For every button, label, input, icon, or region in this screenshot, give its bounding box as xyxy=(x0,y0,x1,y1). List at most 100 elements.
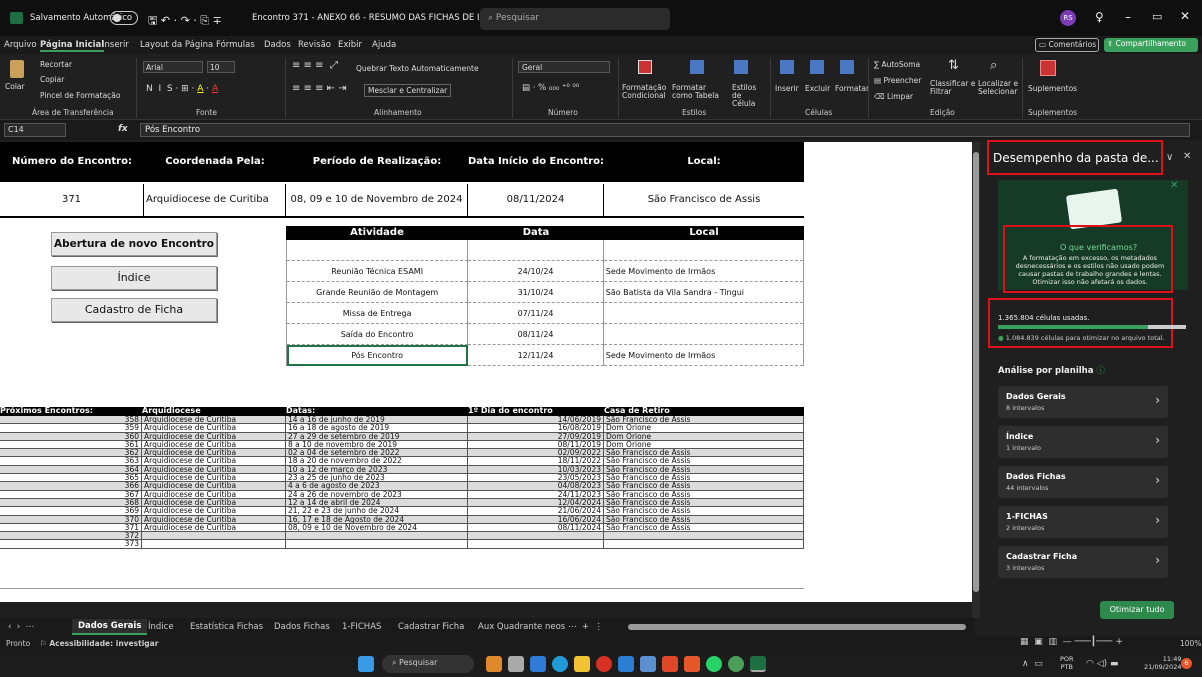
menu-layout[interactable]: Layout da Página xyxy=(140,40,213,50)
table-cell[interactable]: 362 xyxy=(0,449,142,458)
activity-cell[interactable]: Missa de Entrega xyxy=(287,303,469,324)
table-cell[interactable]: 23 a 25 de junho de 2023 xyxy=(286,474,468,483)
activity-cell[interactable] xyxy=(468,240,604,261)
sheet-card[interactable]: Dados Fichas 44 intervalos › xyxy=(998,466,1168,498)
horizontal-scrollbar[interactable] xyxy=(628,624,966,630)
widgets-icon[interactable] xyxy=(486,656,502,672)
sheet-card[interactable]: Dados Gerais 8 intervalos › xyxy=(998,386,1168,418)
table-cell[interactable]: São Francisco de Assis xyxy=(604,507,804,516)
add-sheet-icon[interactable]: ⋯ + ⋮ xyxy=(568,622,603,632)
table-cell[interactable]: Arquidiocese de Curitiba xyxy=(142,523,286,533)
tab-1-fichas[interactable]: 1-FICHAS xyxy=(342,622,381,632)
table-cell[interactable]: 16, 17 e 18 de Agosto de 2024 xyxy=(286,515,468,524)
number-format-select[interactable]: Geral xyxy=(518,61,610,73)
table-cell[interactable]: 18 a 20 de novembro de 2022 xyxy=(286,457,468,466)
table-cell[interactable]: 27/09/2019 xyxy=(468,432,604,441)
activity-cell[interactable] xyxy=(603,240,803,261)
brave-icon[interactable] xyxy=(662,656,678,672)
table-cell[interactable]: São Francisco de Assis xyxy=(604,457,804,466)
menu-formulas[interactable]: Fórmulas xyxy=(216,40,255,50)
value-coordenada[interactable]: Arquidiocese de Curitiba xyxy=(144,184,286,218)
cell-styles-button[interactable]: Estilos de Célula xyxy=(732,84,764,108)
table-cell[interactable] xyxy=(468,532,604,541)
table-cell[interactable]: 372 xyxy=(0,532,142,541)
table-cell[interactable]: 366 xyxy=(0,482,142,491)
vscode-icon[interactable] xyxy=(618,656,634,672)
excel-taskbar-icon[interactable] xyxy=(750,656,766,672)
table-cell[interactable]: Dom Orione xyxy=(604,432,804,441)
table-cell[interactable]: Arquidiocese de Curitiba xyxy=(142,515,286,524)
table-cell[interactable]: Arquidiocese de Curitiba xyxy=(142,449,286,458)
format-painter-button[interactable]: Pincel de Formatação xyxy=(40,91,121,100)
table-cell[interactable]: 16 a 18 de agosto de 2019 xyxy=(286,424,468,433)
activity-cell[interactable]: Sede Movimento de Irmãos xyxy=(603,345,803,366)
activity-cell[interactable]: 07/11/24 xyxy=(468,303,604,324)
insert-cells-button[interactable]: Inserir xyxy=(775,84,799,93)
table-cell[interactable]: 08/11/2019 xyxy=(468,440,604,450)
table-cell[interactable]: São Francisco de Assis xyxy=(604,449,804,458)
search-box[interactable]: ⌕ Pesquisar xyxy=(480,8,670,30)
table-cell[interactable]: 4 a 6 de agosto de 2023 xyxy=(286,482,468,491)
menu-exibir[interactable]: Exibir xyxy=(338,40,362,50)
menu-inserir[interactable]: Inserir xyxy=(102,40,129,50)
sort-filter-button[interactable]: Classificar e Filtrar xyxy=(930,80,982,96)
font-size-select[interactable]: 10 xyxy=(207,61,235,73)
tab-cadastrar-ficha[interactable]: Cadastrar Ficha xyxy=(398,622,464,632)
table-cell[interactable] xyxy=(142,540,286,549)
table-cell[interactable]: São Francisco de Assis xyxy=(604,482,804,491)
table-cell[interactable]: 368 xyxy=(0,498,142,508)
menu-pagina-inicial[interactable]: Página Inicial xyxy=(40,40,105,52)
table-cell[interactable]: 02 a 04 de setembro de 2022 xyxy=(286,449,468,458)
paste-icon[interactable] xyxy=(10,60,24,78)
table-cell[interactable]: São Francisco de Assis xyxy=(604,498,804,508)
table-cell[interactable] xyxy=(468,540,604,549)
photos-icon[interactable] xyxy=(640,656,656,672)
table-cell[interactable]: 369 xyxy=(0,507,142,516)
network-volume-icons[interactable]: ◠ ◁) ▬ xyxy=(1086,659,1119,669)
merge-center-button[interactable]: Mesclar e Centralizar xyxy=(364,84,452,97)
table-cell[interactable]: 367 xyxy=(0,490,142,499)
fill-button[interactable]: ▤ Preencher xyxy=(874,76,921,85)
comments-button[interactable]: ▭ Comentários xyxy=(1035,38,1099,52)
edge-icon[interactable] xyxy=(552,656,568,672)
illustration-close-icon[interactable]: ✕ xyxy=(1170,180,1178,191)
office-icon[interactable] xyxy=(684,656,700,672)
quick-access-icons[interactable]: 🖫 ↶ · ↷ · ⎘ ∓ xyxy=(148,12,222,31)
table-cell[interactable]: Arquidiocese de Curitiba xyxy=(142,498,286,508)
activity-cell[interactable] xyxy=(603,303,803,324)
table-cell[interactable]: 23/05/2023 xyxy=(468,474,604,483)
accessibility-status[interactable]: ⚐ Acessibilidade: investigar xyxy=(40,639,158,648)
table-cell[interactable]: 04/08/2023 xyxy=(468,482,604,491)
autosave-toggle[interactable] xyxy=(110,11,138,25)
explorer-icon[interactable] xyxy=(574,656,590,672)
list-header-arq[interactable]: Arquidiocese xyxy=(142,407,286,416)
find-select-button[interactable]: Localizar e Selecionar xyxy=(978,80,1022,96)
table-cell[interactable]: 14 a 16 de junho de 2019 xyxy=(286,416,468,425)
pane-close-icon[interactable]: ✕ xyxy=(1183,151,1191,162)
table-cell[interactable]: 08, 09 e 10 de Novembro de 2024 xyxy=(286,523,468,533)
index-button[interactable]: Índice xyxy=(51,266,217,290)
table-cell[interactable]: 16/08/2019 xyxy=(468,424,604,433)
menu-arquivo[interactable]: Arquivo xyxy=(4,40,37,50)
pane-chevron-down-icon[interactable]: ∨ xyxy=(1166,152,1173,163)
table-cell[interactable] xyxy=(286,532,468,541)
table-cell[interactable]: São Francisco de Assis xyxy=(604,465,804,475)
table-cell[interactable]: 365 xyxy=(0,474,142,483)
table-cell[interactable]: Arquidiocese de Curitiba xyxy=(142,482,286,491)
activity-cell[interactable]: Grande Reunião de Montagem xyxy=(287,282,469,303)
value-periodo[interactable]: 08, 09 e 10 de Novembro de 2024 xyxy=(286,184,468,218)
table-cell[interactable]: Arquidiocese de Curitiba xyxy=(142,457,286,466)
avatar[interactable]: RS xyxy=(1060,10,1076,26)
table-cell[interactable]: Arquidiocese de Curitiba xyxy=(142,416,286,425)
font-format-icons[interactable]: N I S · ⊞ · A · A xyxy=(146,84,218,94)
delete-cells-button[interactable]: Excluir xyxy=(805,84,830,93)
new-meeting-button[interactable]: Abertura de novo Encontro xyxy=(51,232,217,256)
activity-cell[interactable]: Pós Encontro xyxy=(287,345,469,366)
table-cell[interactable]: 361 xyxy=(0,440,142,450)
table-cell[interactable]: Arquidiocese de Curitiba xyxy=(142,440,286,450)
tab-aux[interactable]: Aux Quadrante neos xyxy=(478,622,565,632)
activity-cell[interactable] xyxy=(603,324,803,345)
tray-icons[interactable]: ∧ ▭ xyxy=(1022,659,1043,669)
copy-button[interactable]: Copiar xyxy=(40,75,64,84)
table-cell[interactable] xyxy=(286,540,468,549)
